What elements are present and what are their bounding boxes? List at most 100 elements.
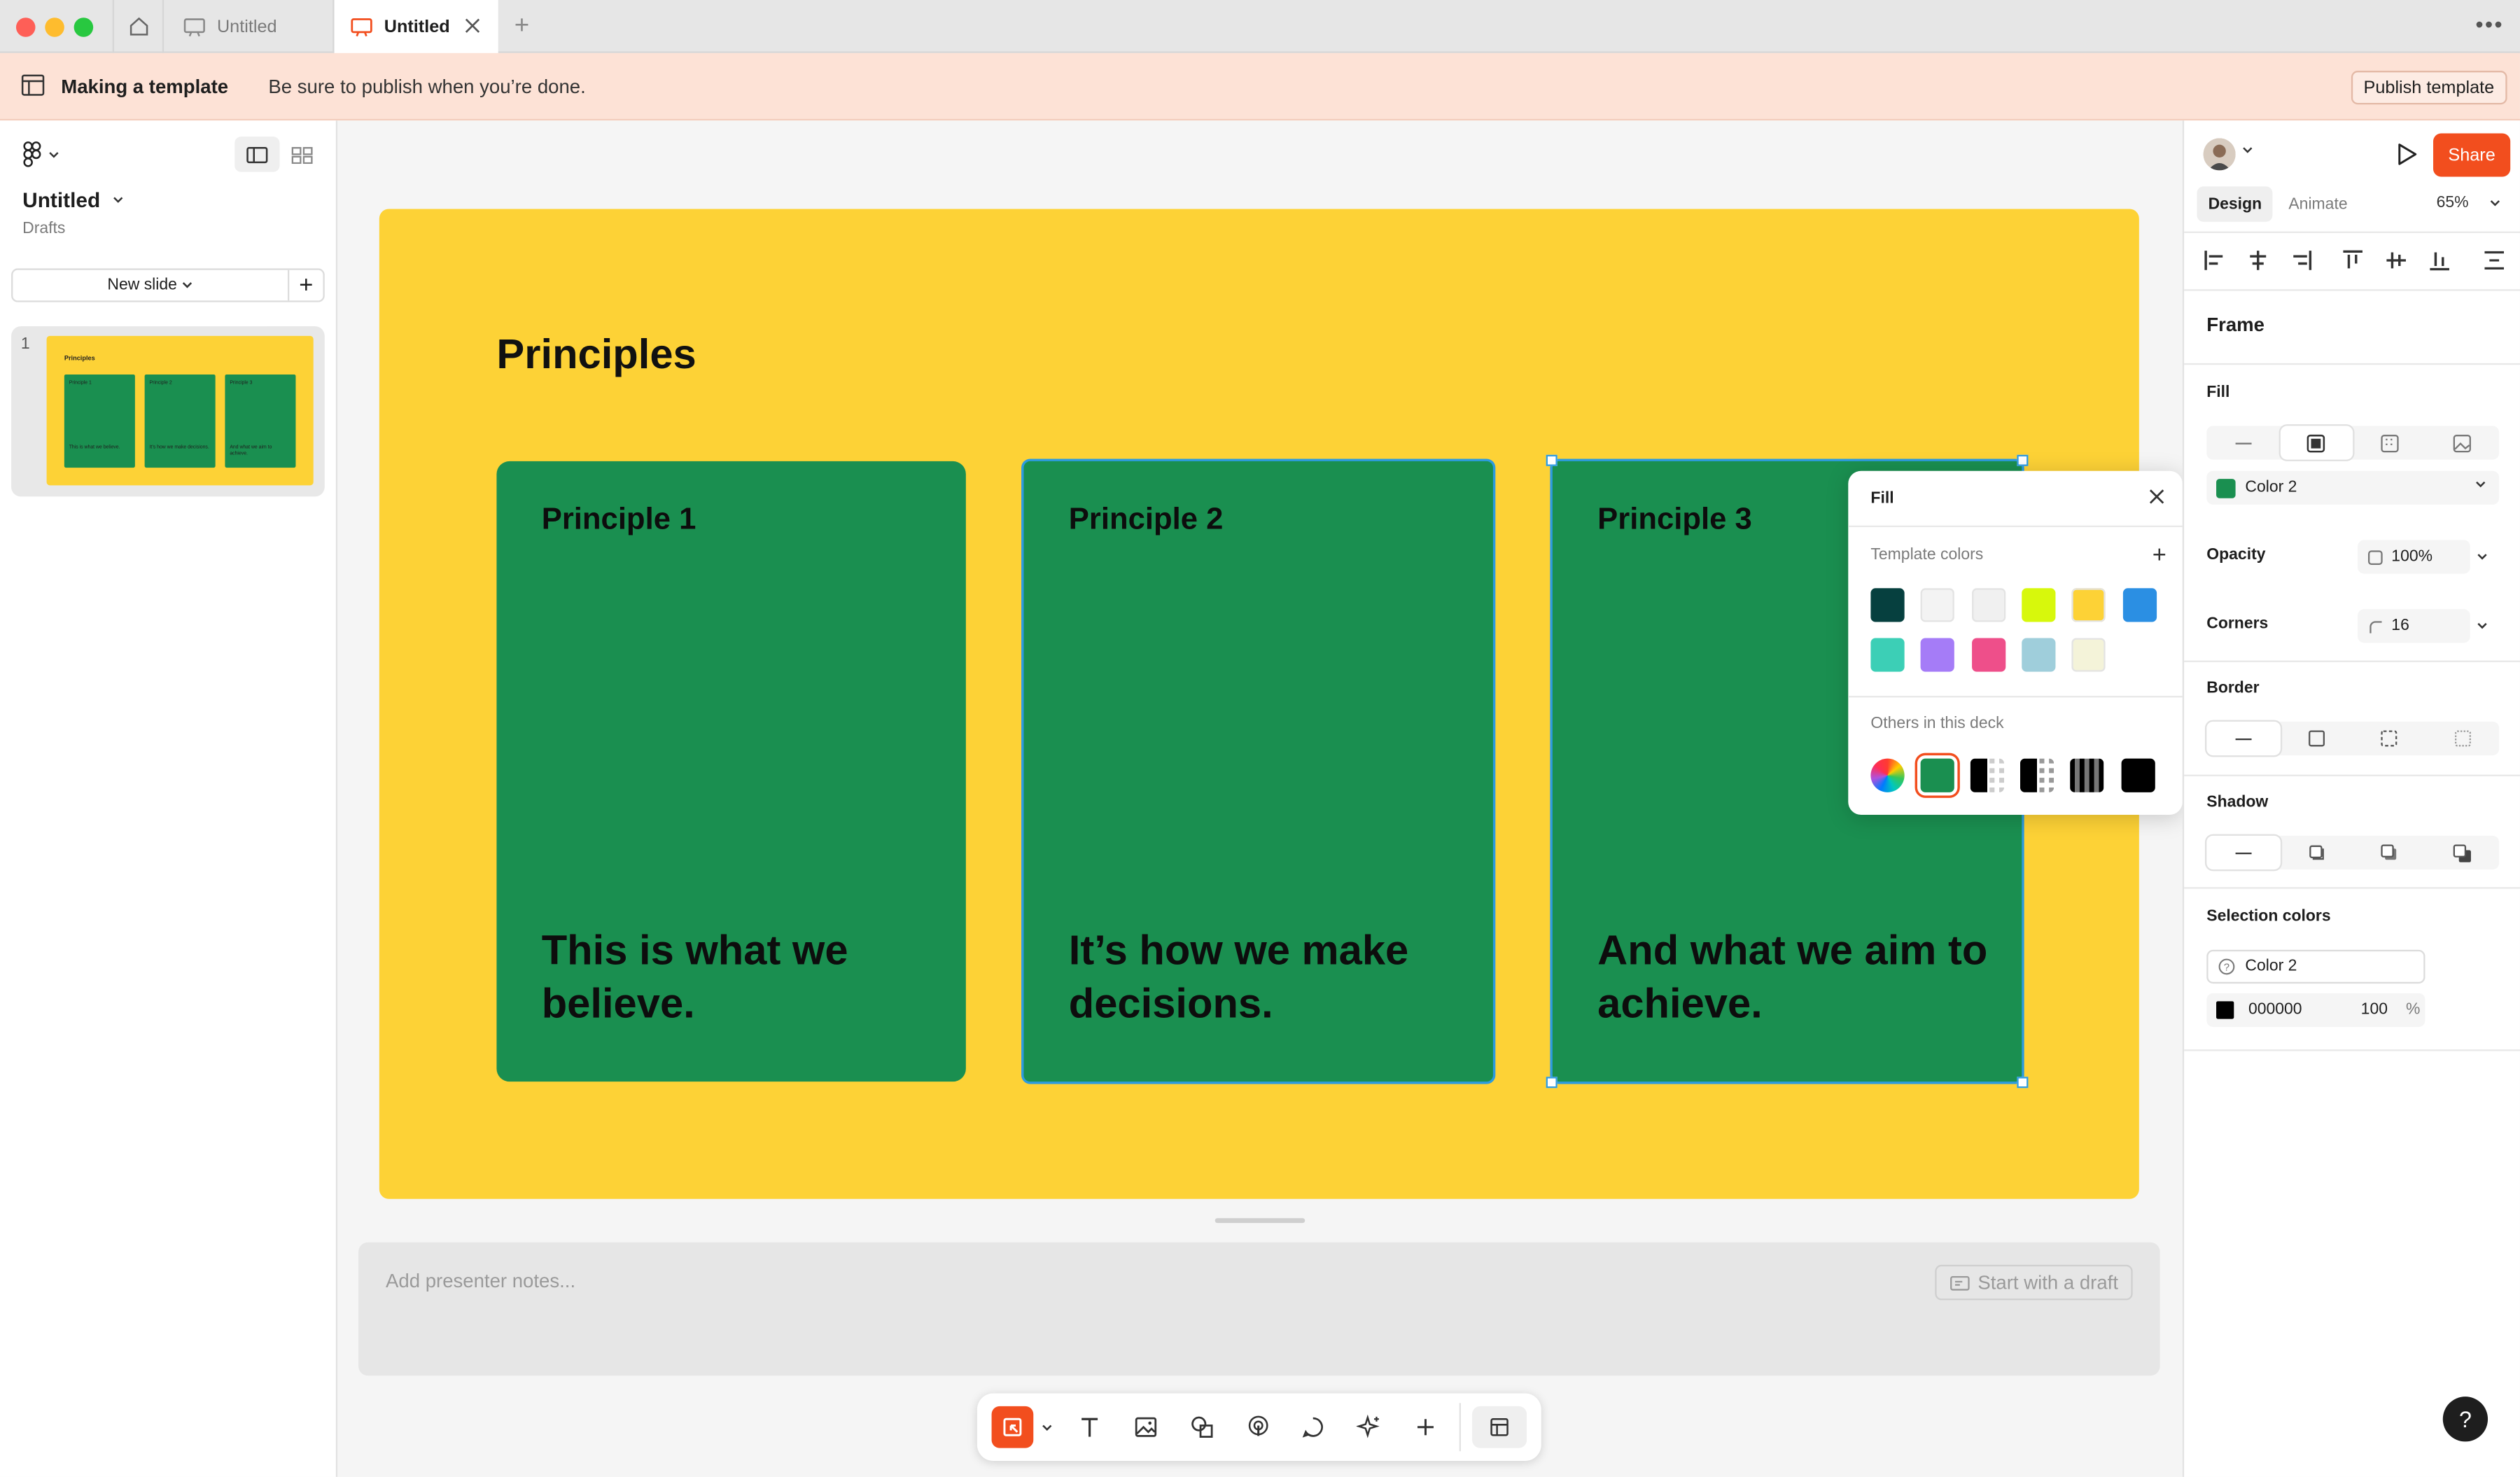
template-color-swatch[interactable] [1971, 588, 2005, 622]
selection-opacity-value[interactable]: 100 [2361, 1001, 2388, 1018]
distribute-icon[interactable] [2483, 249, 2505, 272]
template-color-swatch[interactable] [1870, 638, 1905, 672]
selection-color-style[interactable]: ? Color 2 [2206, 949, 2426, 984]
deck-color-green-selected[interactable] [1920, 758, 1954, 792]
fill-gradient-option[interactable] [2353, 426, 2426, 459]
principle-card-2[interactable]: Principle 2 It’s how we make decisions. [1023, 461, 1493, 1082]
opacity-input[interactable]: 100% [2358, 540, 2470, 574]
shape-tool-button[interactable] [1181, 1406, 1223, 1448]
text-tool-button[interactable] [1069, 1406, 1111, 1448]
border-dotted-option[interactable] [2426, 722, 2499, 755]
align-center-vertical-icon[interactable] [2385, 249, 2407, 272]
presenter-notes[interactable]: Add presenter notes... Start with a draf… [358, 1242, 2160, 1376]
help-button[interactable]: ? [2442, 1396, 2488, 1442]
tab-animate[interactable]: Animate [2277, 186, 2358, 222]
add-slide-button[interactable]: + [287, 270, 323, 301]
resize-handle-bottom-left[interactable] [1546, 1077, 1558, 1088]
card-heading[interactable]: Principle 3 [1597, 503, 1752, 539]
template-color-swatch[interactable] [1870, 588, 1905, 622]
resize-handle-bottom-right[interactable] [2017, 1077, 2029, 1088]
align-top-icon[interactable] [2342, 249, 2364, 272]
file-name-button[interactable]: Untitled [22, 188, 125, 212]
chevron-down-icon[interactable] [2489, 200, 2500, 207]
border-dashed-option[interactable] [2353, 722, 2426, 755]
align-bottom-icon[interactable] [2428, 249, 2451, 272]
home-tab[interactable] [112, 0, 164, 53]
tab-design[interactable]: Design [2197, 186, 2274, 222]
align-right-icon[interactable] [2290, 249, 2313, 272]
deck-color-black-semi[interactable] [2019, 758, 2054, 792]
card-body[interactable]: And what we aim to achieve. [1597, 924, 1999, 1030]
close-icon[interactable] [2147, 487, 2166, 507]
card-body[interactable]: It’s how we make decisions. [1069, 924, 1471, 1030]
close-window-button[interactable] [15, 18, 36, 37]
template-color-swatch[interactable] [1921, 638, 1955, 672]
align-left-icon[interactable] [2204, 249, 2226, 272]
deck-color-black[interactable] [2121, 758, 2155, 792]
chevron-down-icon[interactable] [1042, 1424, 1053, 1432]
shadow-large-option[interactable] [2426, 836, 2499, 869]
deck-color-black-transparent[interactable] [1970, 758, 2004, 792]
tab-untitled-2-active[interactable]: Untitled [334, 0, 498, 55]
shadow-medium-option[interactable] [2353, 836, 2426, 869]
chevron-down-icon[interactable] [2477, 553, 2488, 561]
more-tools-button[interactable] [1405, 1406, 1447, 1448]
layout-mode-button[interactable] [1472, 1406, 1527, 1448]
card-body[interactable]: This is what we believe. [542, 924, 944, 1030]
selection-color-swatch[interactable] [2216, 1001, 2234, 1019]
notes-resize-handle[interactable] [1214, 1218, 1306, 1224]
card-heading[interactable]: Principle 2 [1069, 503, 1224, 539]
ai-tool-button[interactable] [1348, 1406, 1390, 1448]
publish-template-button[interactable]: Publish template [2351, 71, 2507, 105]
principle-card-1[interactable]: Principle 1 This is what we believe. [496, 461, 966, 1082]
template-color-swatch[interactable] [2071, 588, 2106, 622]
present-play-icon[interactable] [2396, 141, 2418, 167]
card-heading[interactable]: Principle 1 [542, 503, 696, 539]
image-tool-button[interactable] [1125, 1406, 1167, 1448]
template-color-swatch[interactable] [2021, 588, 2056, 622]
align-center-horizontal-icon[interactable] [2247, 249, 2269, 272]
slide-title[interactable]: Principles [496, 330, 696, 379]
shadow-small-option[interactable] [2280, 836, 2353, 869]
resize-handle-top-right[interactable] [2017, 454, 2029, 466]
add-template-color-button[interactable]: + [2152, 542, 2166, 569]
single-view-button[interactable] [234, 136, 280, 172]
selection-color-hex-row[interactable]: 000000 100 % [2206, 993, 2426, 1028]
resize-handle-top-left[interactable] [1546, 454, 1558, 466]
fill-solid-option[interactable] [2279, 426, 2353, 460]
chevron-down-icon[interactable] [2242, 146, 2253, 154]
share-button[interactable]: Share [2432, 133, 2511, 177]
custom-color-picker[interactable] [1870, 758, 1905, 792]
zoom-level[interactable]: 65% [2437, 195, 2469, 212]
template-color-swatch[interactable] [1971, 638, 2005, 672]
more-menu-icon[interactable]: ••• [2475, 11, 2504, 37]
border-solid-option[interactable] [2280, 722, 2353, 755]
new-slide-button[interactable]: New slide [13, 270, 288, 301]
template-color-swatch[interactable] [2071, 638, 2106, 672]
interactive-tool-button[interactable] [1238, 1406, 1280, 1448]
avatar[interactable] [2203, 138, 2236, 171]
corner-radius-input[interactable]: 16 [2358, 609, 2470, 643]
template-color-swatch[interactable] [2021, 638, 2056, 672]
fill-color-dropdown[interactable]: Color 2 [2206, 470, 2500, 505]
tab-untitled-1[interactable]: Untitled [164, 0, 335, 53]
start-with-draft-button[interactable]: Start with a draft [1934, 1264, 2133, 1301]
comment-tool-button[interactable] [1292, 1406, 1334, 1448]
grid-view-button[interactable] [279, 136, 324, 172]
border-none-option[interactable] [2206, 721, 2280, 756]
chevron-down-icon[interactable] [2477, 622, 2488, 630]
template-color-swatch[interactable] [2122, 588, 2156, 622]
slide-thumbnail-item[interactable]: 1 Principles Principle 1 This is what we… [11, 326, 325, 497]
template-color-swatch[interactable] [1921, 588, 1955, 622]
new-tab-button[interactable]: + [514, 13, 529, 41]
close-tab-icon[interactable] [463, 16, 482, 36]
fill-none-option[interactable] [2206, 426, 2279, 459]
shadow-none-option[interactable] [2206, 835, 2280, 870]
move-tool-button[interactable] [991, 1406, 1034, 1448]
maximize-window-button[interactable] [74, 18, 94, 37]
minimize-window-button[interactable] [45, 18, 64, 37]
fill-image-option[interactable] [2426, 426, 2499, 459]
selection-hex-value[interactable]: 000000 [2248, 1001, 2302, 1018]
deck-color-black-gray[interactable] [2070, 758, 2104, 792]
main-menu-button[interactable] [22, 141, 59, 167]
